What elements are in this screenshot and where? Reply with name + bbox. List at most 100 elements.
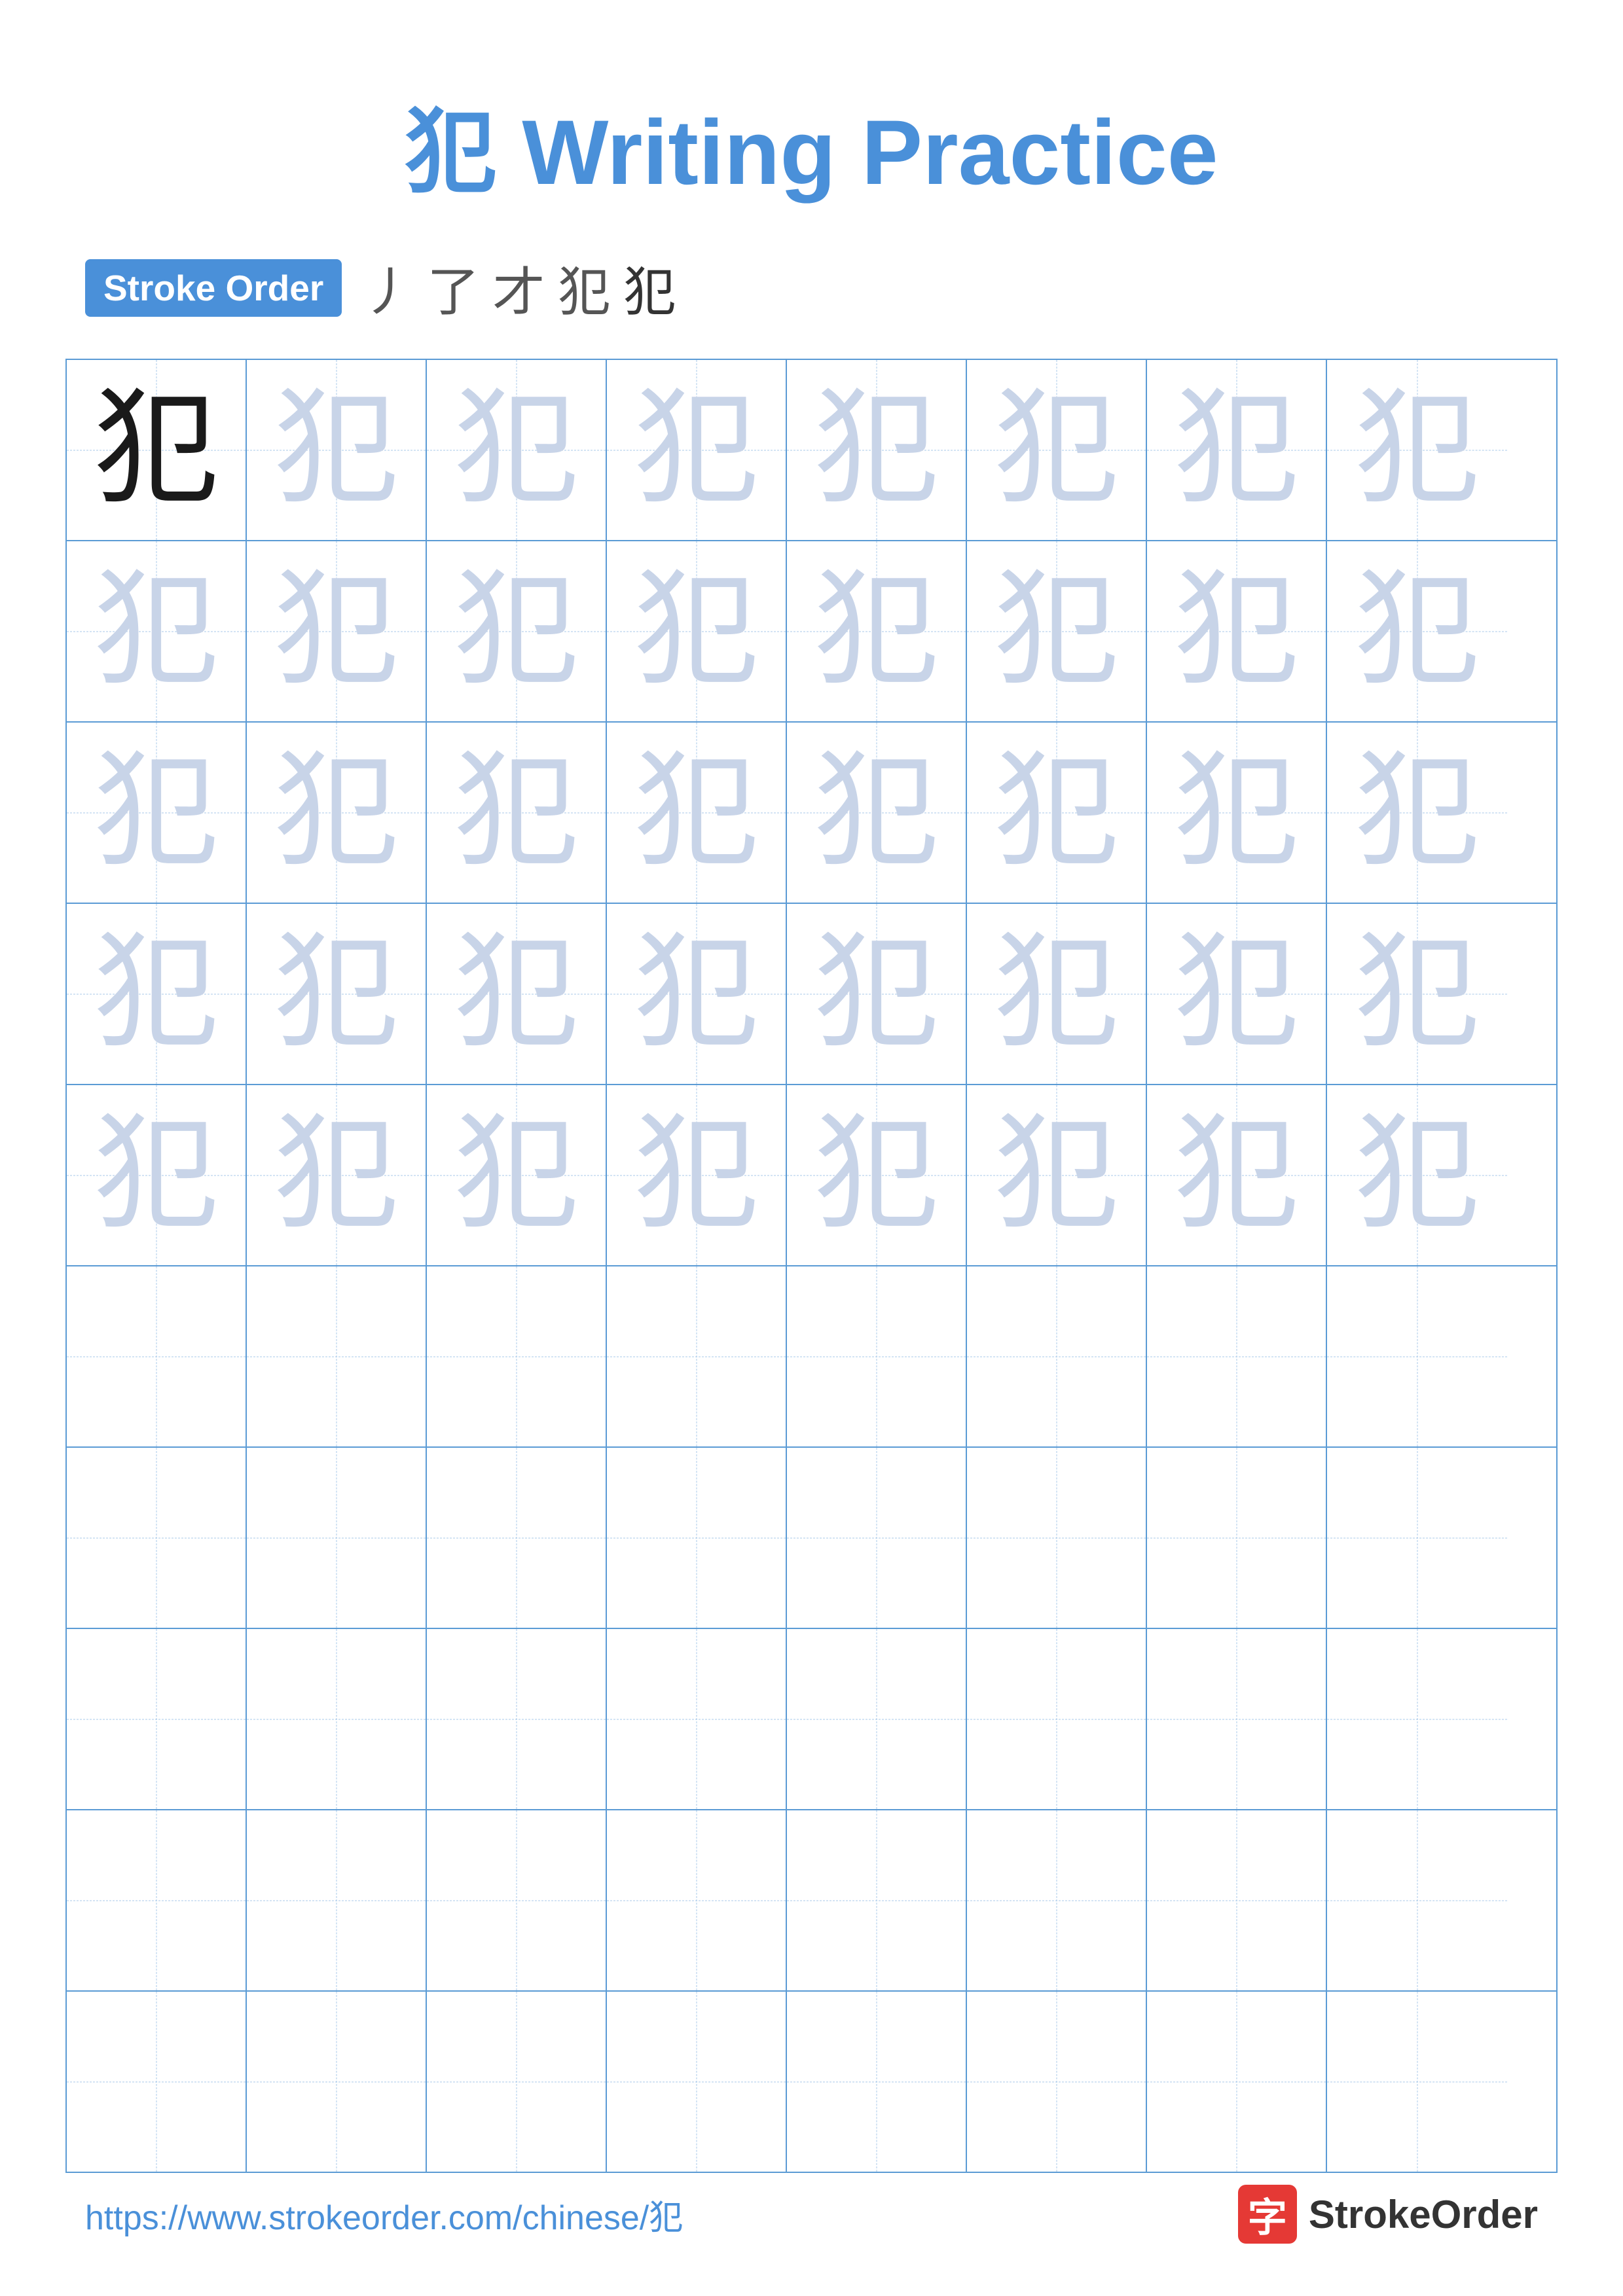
grid-cell-3-4[interactable]: 犯	[607, 723, 787, 903]
grid-cell-9-1[interactable]	[67, 1810, 247, 1990]
grid-cell-2-6[interactable]: 犯	[967, 541, 1147, 721]
grid-cell-2-2[interactable]: 犯	[247, 541, 427, 721]
grid-cell-6-4[interactable]	[607, 1266, 787, 1446]
grid-cell-9-3[interactable]	[427, 1810, 607, 1990]
grid-cell-3-8[interactable]: 犯	[1327, 723, 1507, 903]
grid-cell-5-7[interactable]: 犯	[1147, 1085, 1327, 1265]
grid-cell-4-1[interactable]: 犯	[67, 904, 247, 1084]
char-trace: 犯	[814, 932, 938, 1056]
stroke-4: 犯	[558, 250, 610, 326]
grid-cell-5-8[interactable]: 犯	[1327, 1085, 1507, 1265]
grid-cell-8-3[interactable]	[427, 1629, 607, 1809]
grid-cell-4-3[interactable]: 犯	[427, 904, 607, 1084]
grid-cell-10-4[interactable]	[607, 1992, 787, 2172]
grid-cell-7-8[interactable]	[1327, 1448, 1507, 1628]
char-trace: 犯	[454, 569, 578, 694]
grid-cell-9-2[interactable]	[247, 1810, 427, 1990]
char-trace: 犯	[94, 751, 218, 875]
grid-row-6	[67, 1266, 1556, 1448]
grid-cell-5-6[interactable]: 犯	[967, 1085, 1147, 1265]
grid-cell-5-1[interactable]: 犯	[67, 1085, 247, 1265]
grid-cell-4-6[interactable]: 犯	[967, 904, 1147, 1084]
grid-cell-6-1[interactable]	[67, 1266, 247, 1446]
grid-cell-1-4[interactable]: 犯	[607, 360, 787, 540]
grid-cell-6-6[interactable]	[967, 1266, 1147, 1446]
grid-cell-8-6[interactable]	[967, 1629, 1147, 1809]
grid-cell-1-8[interactable]: 犯	[1327, 360, 1507, 540]
grid-cell-10-1[interactable]	[67, 1992, 247, 2172]
grid-cell-2-7[interactable]: 犯	[1147, 541, 1327, 721]
char-trace: 犯	[274, 932, 398, 1056]
grid-cell-7-1[interactable]	[67, 1448, 247, 1628]
grid-cell-7-2[interactable]	[247, 1448, 427, 1628]
grid-cell-2-8[interactable]: 犯	[1327, 541, 1507, 721]
grid-cell-3-5[interactable]: 犯	[787, 723, 967, 903]
grid-cell-1-1[interactable]: 犯	[67, 360, 247, 540]
grid-cell-5-3[interactable]: 犯	[427, 1085, 607, 1265]
grid-cell-2-1[interactable]: 犯	[67, 541, 247, 721]
grid-cell-9-6[interactable]	[967, 1810, 1147, 1990]
grid-cell-10-2[interactable]	[247, 1992, 427, 2172]
char-trace: 犯	[1355, 1113, 1479, 1238]
grid-cell-8-1[interactable]	[67, 1629, 247, 1809]
grid-cell-10-6[interactable]	[967, 1992, 1147, 2172]
logo-icon: 字	[1238, 2185, 1297, 2244]
grid-cell-6-7[interactable]	[1147, 1266, 1327, 1446]
grid-cell-8-7[interactable]	[1147, 1629, 1327, 1809]
grid-cell-6-2[interactable]	[247, 1266, 427, 1446]
grid-cell-6-8[interactable]	[1327, 1266, 1507, 1446]
grid-cell-8-4[interactable]	[607, 1629, 787, 1809]
grid-cell-4-5[interactable]: 犯	[787, 904, 967, 1084]
grid-cell-10-7[interactable]	[1147, 1992, 1327, 2172]
grid-row-10	[67, 1992, 1556, 2172]
grid-cell-9-4[interactable]	[607, 1810, 787, 1990]
char-trace: 犯	[1355, 388, 1479, 512]
grid-cell-5-2[interactable]: 犯	[247, 1085, 427, 1265]
title-char: 犯	[405, 101, 496, 204]
grid-cell-5-4[interactable]: 犯	[607, 1085, 787, 1265]
grid-cell-3-6[interactable]: 犯	[967, 723, 1147, 903]
char-trace: 犯	[1174, 932, 1298, 1056]
grid-cell-1-3[interactable]: 犯	[427, 360, 607, 540]
grid-cell-4-7[interactable]: 犯	[1147, 904, 1327, 1084]
grid-cell-6-5[interactable]	[787, 1266, 967, 1446]
grid-cell-3-7[interactable]: 犯	[1147, 723, 1327, 903]
grid-cell-9-7[interactable]	[1147, 1810, 1327, 1990]
footer-url[interactable]: https://www.strokeorder.com/chinese/犯	[85, 2190, 683, 2239]
grid-cell-1-5[interactable]: 犯	[787, 360, 967, 540]
grid-cell-6-3[interactable]	[427, 1266, 607, 1446]
grid-cell-2-5[interactable]: 犯	[787, 541, 967, 721]
grid-cell-10-8[interactable]	[1327, 1992, 1507, 2172]
grid-cell-7-6[interactable]	[967, 1448, 1147, 1628]
grid-cell-4-4[interactable]: 犯	[607, 904, 787, 1084]
char-trace: 犯	[634, 388, 758, 512]
grid-cell-10-5[interactable]	[787, 1992, 967, 2172]
grid-cell-8-2[interactable]	[247, 1629, 427, 1809]
char-trace: 犯	[94, 569, 218, 694]
char-trace: 犯	[454, 751, 578, 875]
grid-cell-7-5[interactable]	[787, 1448, 967, 1628]
grid-cell-10-3[interactable]	[427, 1992, 607, 2172]
grid-cell-1-6[interactable]: 犯	[967, 360, 1147, 540]
grid-cell-3-1[interactable]: 犯	[67, 723, 247, 903]
grid-cell-8-5[interactable]	[787, 1629, 967, 1809]
grid-cell-3-2[interactable]: 犯	[247, 723, 427, 903]
stroke-order-section: Stroke Order 丿 了 才 犯 犯	[0, 250, 1623, 326]
grid-cell-1-7[interactable]: 犯	[1147, 360, 1327, 540]
grid-cell-2-4[interactable]: 犯	[607, 541, 787, 721]
grid-cell-2-3[interactable]: 犯	[427, 541, 607, 721]
grid-cell-1-2[interactable]: 犯	[247, 360, 427, 540]
grid-cell-9-5[interactable]	[787, 1810, 967, 1990]
grid-cell-8-8[interactable]	[1327, 1629, 1507, 1809]
grid-cell-3-3[interactable]: 犯	[427, 723, 607, 903]
grid-cell-4-2[interactable]: 犯	[247, 904, 427, 1084]
grid-cell-7-3[interactable]	[427, 1448, 607, 1628]
grid-cell-7-4[interactable]	[607, 1448, 787, 1628]
grid-cell-5-5[interactable]: 犯	[787, 1085, 967, 1265]
grid-cell-7-7[interactable]	[1147, 1448, 1327, 1628]
stroke-3: 才	[492, 250, 545, 326]
grid-cell-9-8[interactable]	[1327, 1810, 1507, 1990]
char-trace: 犯	[814, 1113, 938, 1238]
grid-cell-4-8[interactable]: 犯	[1327, 904, 1507, 1084]
char-trace: 犯	[814, 388, 938, 512]
